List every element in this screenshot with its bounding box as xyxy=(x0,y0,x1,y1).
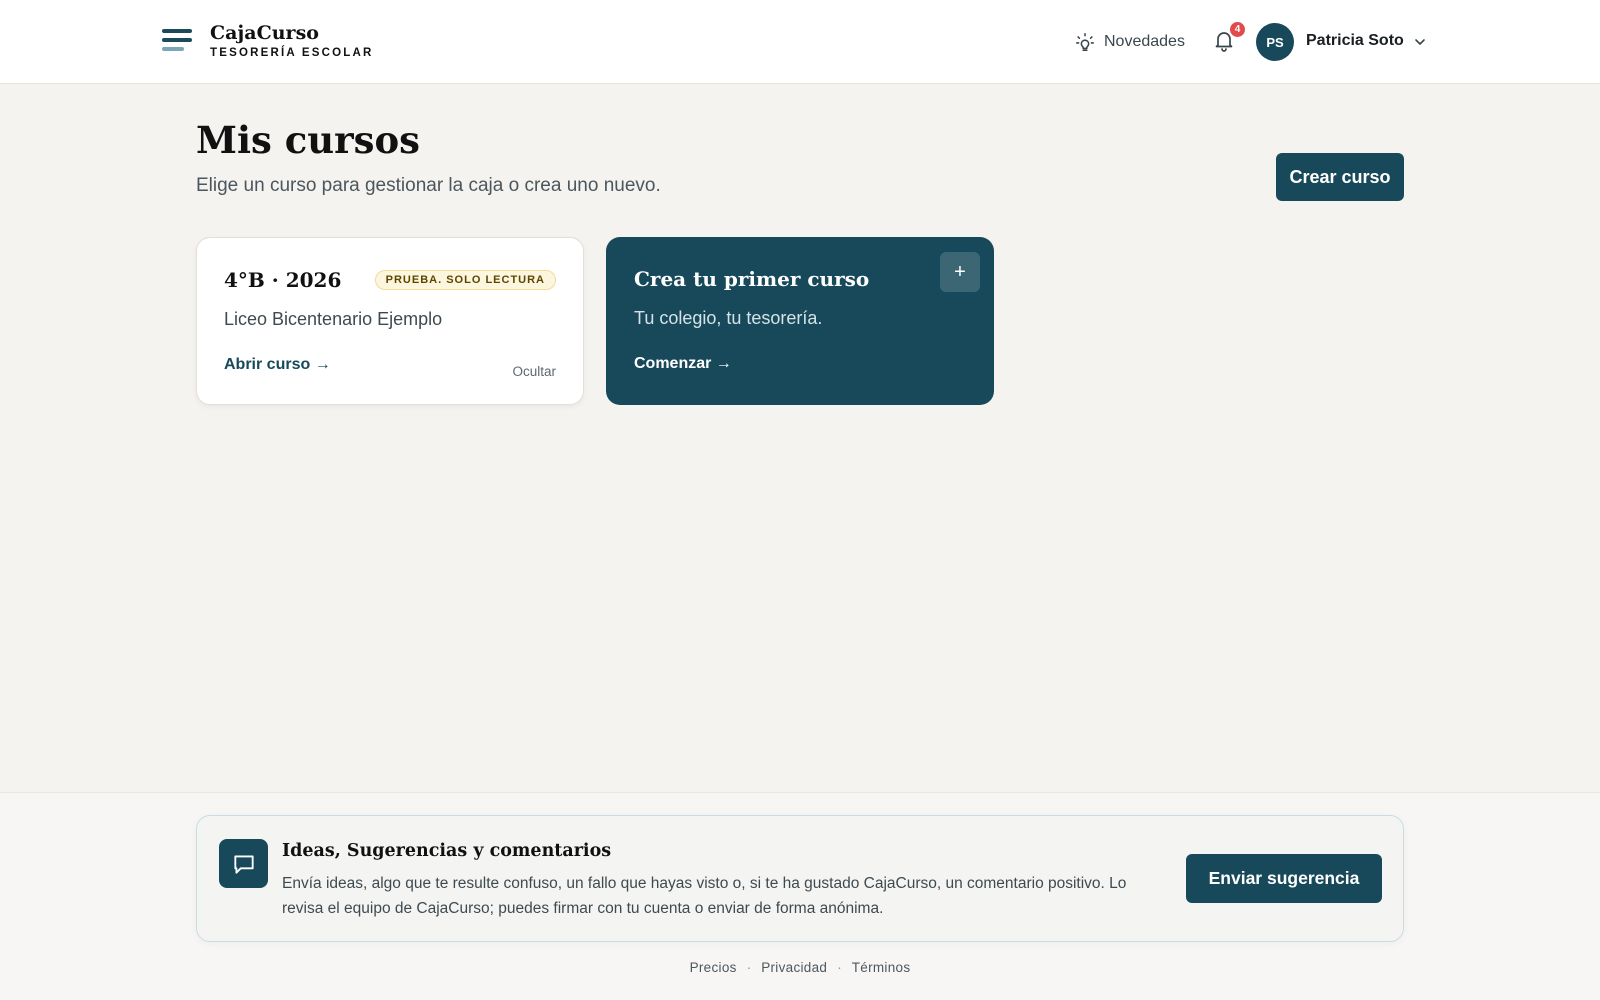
chat-bubble-icon xyxy=(219,839,268,888)
footer-separator: · xyxy=(746,960,752,975)
course-title: 4°B · 2026 xyxy=(224,268,342,292)
plus-icon[interactable]: + xyxy=(940,252,980,292)
news-label: Novedades xyxy=(1104,33,1185,50)
menu-lines-logo-icon[interactable] xyxy=(162,29,192,51)
footer-links: Precios · Privacidad · Términos xyxy=(0,960,1600,975)
footer-link-pricing[interactable]: Precios xyxy=(690,960,737,975)
footer-separator: · xyxy=(837,960,842,975)
news-link[interactable]: Novedades xyxy=(1074,30,1185,54)
notification-count-badge: 4 xyxy=(1228,20,1247,39)
page-subtitle: Elige un curso para gestionar la caja o … xyxy=(196,175,661,196)
send-suggestion-button[interactable]: Enviar sugerencia xyxy=(1186,854,1382,903)
user-name[interactable]: Patricia Soto xyxy=(1306,32,1404,50)
page-title: Mis cursos xyxy=(196,118,420,162)
hide-course-link[interactable]: Ocultar xyxy=(512,364,556,379)
course-school: Liceo Bicentenario Ejemplo xyxy=(224,309,443,329)
open-course-link[interactable]: Abrir curso → xyxy=(224,356,331,374)
user-avatar[interactable]: PS xyxy=(1256,23,1294,61)
start-link[interactable]: Comenzar → xyxy=(634,355,732,373)
chevron-down-icon[interactable] xyxy=(1412,34,1428,50)
brand-name[interactable]: CajaCurso xyxy=(210,22,319,44)
feedback-panel: Ideas, Sugerencias y comentarios Envía i… xyxy=(196,815,1404,942)
create-course-button[interactable]: Crear curso xyxy=(1276,153,1404,201)
feedback-description: Envía ideas, algo que te resulte confuso… xyxy=(282,875,1127,917)
footer-link-terms[interactable]: Términos xyxy=(852,960,911,975)
feedback-title: Ideas, Sugerencias y comentarios xyxy=(282,841,612,861)
new-course-card[interactable]: Crea tu primer curso Tu colegio, tu teso… xyxy=(606,237,994,405)
lightbulb-icon xyxy=(1075,32,1095,52)
new-course-title: Crea tu primer curso xyxy=(634,267,870,291)
top-header: CajaCurso TESORERÍA ESCOLAR Novedades 4 … xyxy=(0,0,1600,84)
new-course-subtitle: Tu colegio, tu tesorería. xyxy=(634,308,823,328)
footer-link-privacy[interactable]: Privacidad xyxy=(761,960,827,975)
course-card[interactable]: 4°B · 2026 PRUEBA. SOLO LECTURA Liceo Bi… xyxy=(196,237,584,405)
read-only-badge: PRUEBA. SOLO LECTURA xyxy=(374,270,556,290)
brand-subtitle: TESORERÍA ESCOLAR xyxy=(210,47,374,59)
